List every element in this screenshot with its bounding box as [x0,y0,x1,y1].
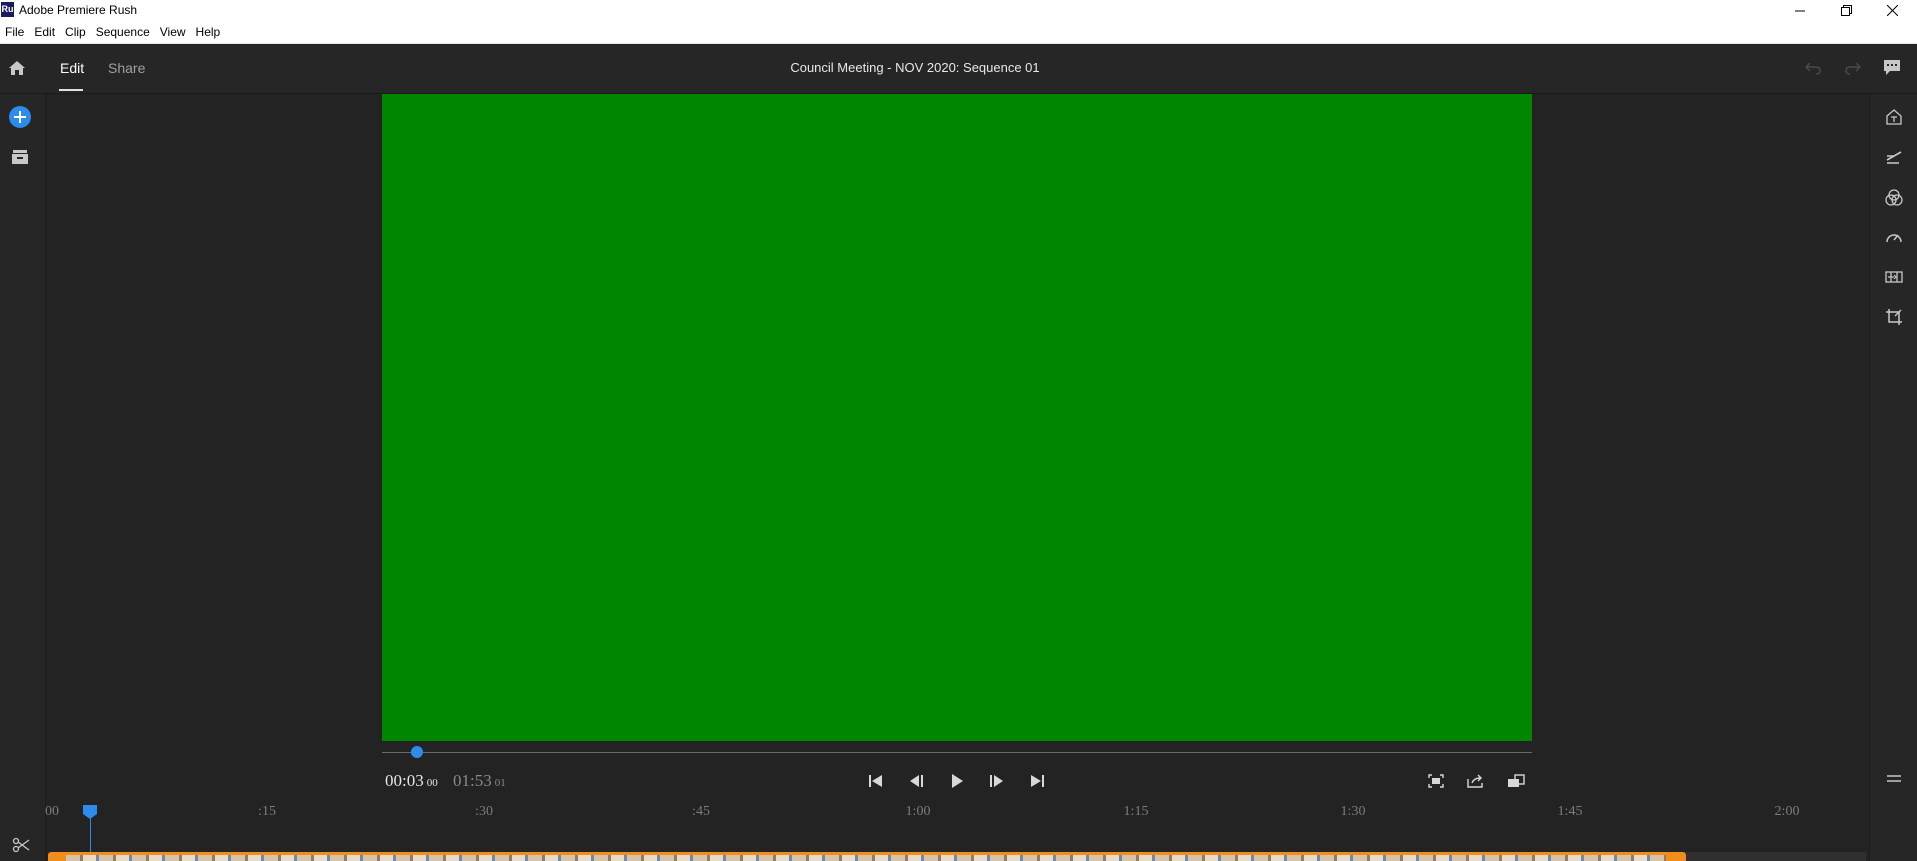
menu-edit[interactable]: Edit [29,25,60,39]
menu-clip[interactable]: Clip [60,25,91,39]
app-icon: Ru [1,2,14,17]
export-frame-icon[interactable] [1464,770,1488,792]
ruler-label: 2:00 [1774,804,1800,819]
ruler-label: :30 [475,804,493,819]
ruler-label: :15 [258,804,276,819]
active-tab-indicator [59,89,83,91]
ruler-label: 1:30 [1340,804,1366,819]
total-duration: 01:53 01 [453,771,506,791]
current-timecode[interactable]: 00:03 00 [385,771,438,791]
video-clip[interactable] [48,852,1686,861]
window-titlebar: Ru Adobe Premiere Rush [0,0,1917,21]
video-preview[interactable] [382,94,1532,741]
scrub-handle[interactable] [411,746,423,758]
current-frames: 00 [426,777,438,789]
track-background [1686,852,1866,861]
sequence-title: Council Meeting - NOV 2020: Sequence 01 [790,60,1040,75]
fit-frame-icon[interactable] [1424,770,1448,792]
scrub-bar[interactable] [382,752,1532,753]
menu-file[interactable]: File [0,25,29,39]
add-media-icon[interactable] [9,106,31,128]
aspect-ratio-icon[interactable] [1504,770,1528,792]
menu-help[interactable]: Help [191,25,226,39]
titles-icon[interactable] [1883,106,1905,128]
window-title: Adobe Premiere Rush [19,3,138,17]
total-time: 01:53 [453,771,492,790]
color-icon[interactable] [1883,186,1905,208]
menu-lines-icon[interactable] [1883,768,1905,790]
ruler-label: 1:45 [1557,804,1583,819]
scissors-icon[interactable] [10,834,32,856]
close-button[interactable] [1869,0,1915,21]
step-back-icon[interactable] [904,770,928,792]
menu-view[interactable]: View [155,25,191,39]
ruler-label: 1:15 [1123,804,1149,819]
project-assets-icon[interactable] [9,146,31,168]
app-header: Edit Share Council Meeting - NOV 2020: S… [0,44,1917,94]
ruler-label: 00 [45,804,59,819]
current-time: 00:03 [385,771,424,790]
redo-icon[interactable] [1842,57,1864,79]
right-toolbar [1869,94,1917,861]
skip-to-end-icon[interactable] [1025,770,1049,792]
menu-sequence[interactable]: Sequence [91,25,155,39]
ruler-label: :45 [692,804,710,819]
play-icon[interactable] [945,770,969,792]
transitions-icon[interactable] [1883,146,1905,168]
feedback-icon[interactable] [1881,56,1903,78]
restore-button[interactable] [1823,0,1869,21]
audio-icon[interactable] [1883,266,1905,288]
step-forward-icon[interactable] [985,770,1009,792]
clip-thumbnails [66,855,1666,861]
menu-bar: File Edit Clip Sequence View Help [0,21,1917,44]
skip-to-start-icon[interactable] [864,770,888,792]
speed-icon[interactable] [1883,226,1905,248]
minimize-button[interactable] [1777,0,1823,21]
left-toolbar [0,94,46,861]
crop-transform-icon[interactable] [1883,306,1905,328]
ruler-label: 1:00 [905,804,931,819]
undo-icon[interactable] [1802,57,1824,79]
total-frames: 01 [494,777,506,789]
playhead-line [90,818,91,855]
